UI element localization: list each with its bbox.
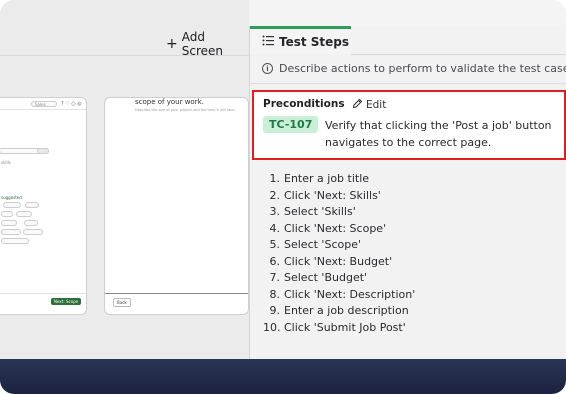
mini-text: suggested: [1, 195, 22, 200]
preconditions-text: Verify that clicking the 'Post a job' bu…: [325, 119, 552, 149]
panel-description: i Describe actions to perform to validat…: [262, 62, 566, 75]
test-steps-panel: Test Steps i Describe actions to perform…: [249, 26, 566, 359]
step-number: 3.: [269, 205, 281, 218]
step-number: 1.: [269, 172, 281, 185]
step-text: Enter a job title: [284, 172, 370, 185]
screen-thumbnail-skills[interactable]: Sales ? ♡ ○ ◎ skills suggested Next: Sco…: [0, 97, 87, 315]
step-item: 10. Click 'Submit Job Post': [263, 320, 415, 337]
mini-chip: [1, 220, 17, 226]
mini-input-btn: [37, 148, 49, 154]
mini-chip: [3, 202, 21, 208]
step-text: Click 'Next: Scope': [284, 221, 387, 235]
edit-label: Edit: [366, 99, 387, 111]
description-text: Describe actions to perform to validate …: [279, 62, 566, 75]
mini-subtitle: Describe the size of your project and th…: [135, 108, 236, 112]
preconditions-box: Preconditions Edit TC-107 Verify that cl…: [252, 90, 566, 160]
mini-select-label: Sales: [35, 102, 46, 107]
step-item: 5. Select 'Scope': [263, 237, 415, 254]
preconditions-label: Preconditions: [263, 98, 345, 110]
screen-canvas: + Add Screen Sales ? ♡ ○ ◎ skills sugges…: [0, 0, 249, 359]
step-item: 1. Enter a job title: [263, 171, 415, 188]
mini-divider: [0, 293, 86, 294]
step-item: 6. Click 'Next: Budget': [263, 254, 415, 271]
mini-chip: [25, 202, 39, 208]
step-item: 3. Select 'Skills': [263, 204, 415, 221]
description-divider: [250, 83, 566, 84]
steps-list: 1. Enter a job title 2. Click 'Next: Skill…: [263, 171, 415, 336]
tab-divider: [351, 54, 566, 55]
list-icon: [262, 35, 274, 49]
step-item: 9. Enter a job description: [263, 303, 415, 320]
step-text: Enter a job description: [284, 304, 409, 317]
step-item: 7. Select 'Budget': [263, 270, 415, 287]
step-text: Select 'Budget': [284, 271, 368, 284]
pencil-icon: [352, 98, 363, 112]
mini-chip: [24, 220, 38, 226]
plus-icon: +: [166, 36, 178, 52]
tab-test-steps[interactable]: Test Steps: [250, 26, 351, 54]
app-frame: + Add Screen Sales ? ♡ ○ ◎ skills sugges…: [0, 0, 566, 394]
mini-text: skills: [1, 160, 11, 165]
mini-title: scope of your work.: [135, 98, 204, 106]
mini-divider: [0, 109, 86, 110]
tab-label: Test Steps: [279, 34, 350, 49]
step-item: 4. Click 'Next: Scope': [263, 221, 415, 238]
step-text: Click 'Next: Skills': [284, 188, 381, 202]
info-icon: i: [262, 63, 273, 74]
step-text: Click 'Next: Description': [284, 287, 416, 301]
mini-icons: ? ♡ ○ ◎: [61, 101, 82, 107]
test-case-badge: TC-107: [263, 116, 319, 133]
mini-chip: [1, 229, 21, 235]
step-number: 4.: [269, 221, 281, 235]
step-number: 9.: [269, 304, 281, 317]
step-item: 8. Click 'Next: Description': [263, 287, 416, 304]
mini-chip: [1, 211, 13, 217]
add-screen-label: Add Screen: [181, 30, 223, 58]
step-text: Select 'Skills': [284, 205, 356, 218]
screen-thumbnail-scope[interactable]: scope of your work. Describe the size of…: [104, 97, 249, 315]
step-number: 2.: [269, 188, 281, 202]
mini-chip: [1, 238, 29, 244]
step-number: 7.: [269, 271, 281, 284]
canvas-divider: [0, 55, 249, 56]
step-item: 2. Click 'Next: Skills': [263, 188, 415, 205]
step-number: 5.: [269, 238, 281, 251]
step-text: Click 'Next: Budget': [284, 254, 393, 268]
mini-divider: [105, 293, 248, 294]
mini-next-button: Next: Scope: [51, 298, 82, 305]
step-text: Select 'Scope': [284, 238, 361, 251]
add-screen-button[interactable]: + Add Screen: [166, 30, 249, 58]
step-text: Click 'Submit Job Post': [284, 320, 406, 334]
bottom-bar: [0, 359, 566, 394]
step-number: 6.: [269, 254, 281, 268]
mini-back-button: Back: [113, 298, 131, 307]
edit-preconditions-button[interactable]: Edit: [352, 98, 386, 112]
step-number: 8.: [269, 287, 281, 301]
mini-chip: [23, 229, 43, 235]
step-number: 10.: [263, 320, 281, 334]
mini-chip: [16, 211, 32, 217]
